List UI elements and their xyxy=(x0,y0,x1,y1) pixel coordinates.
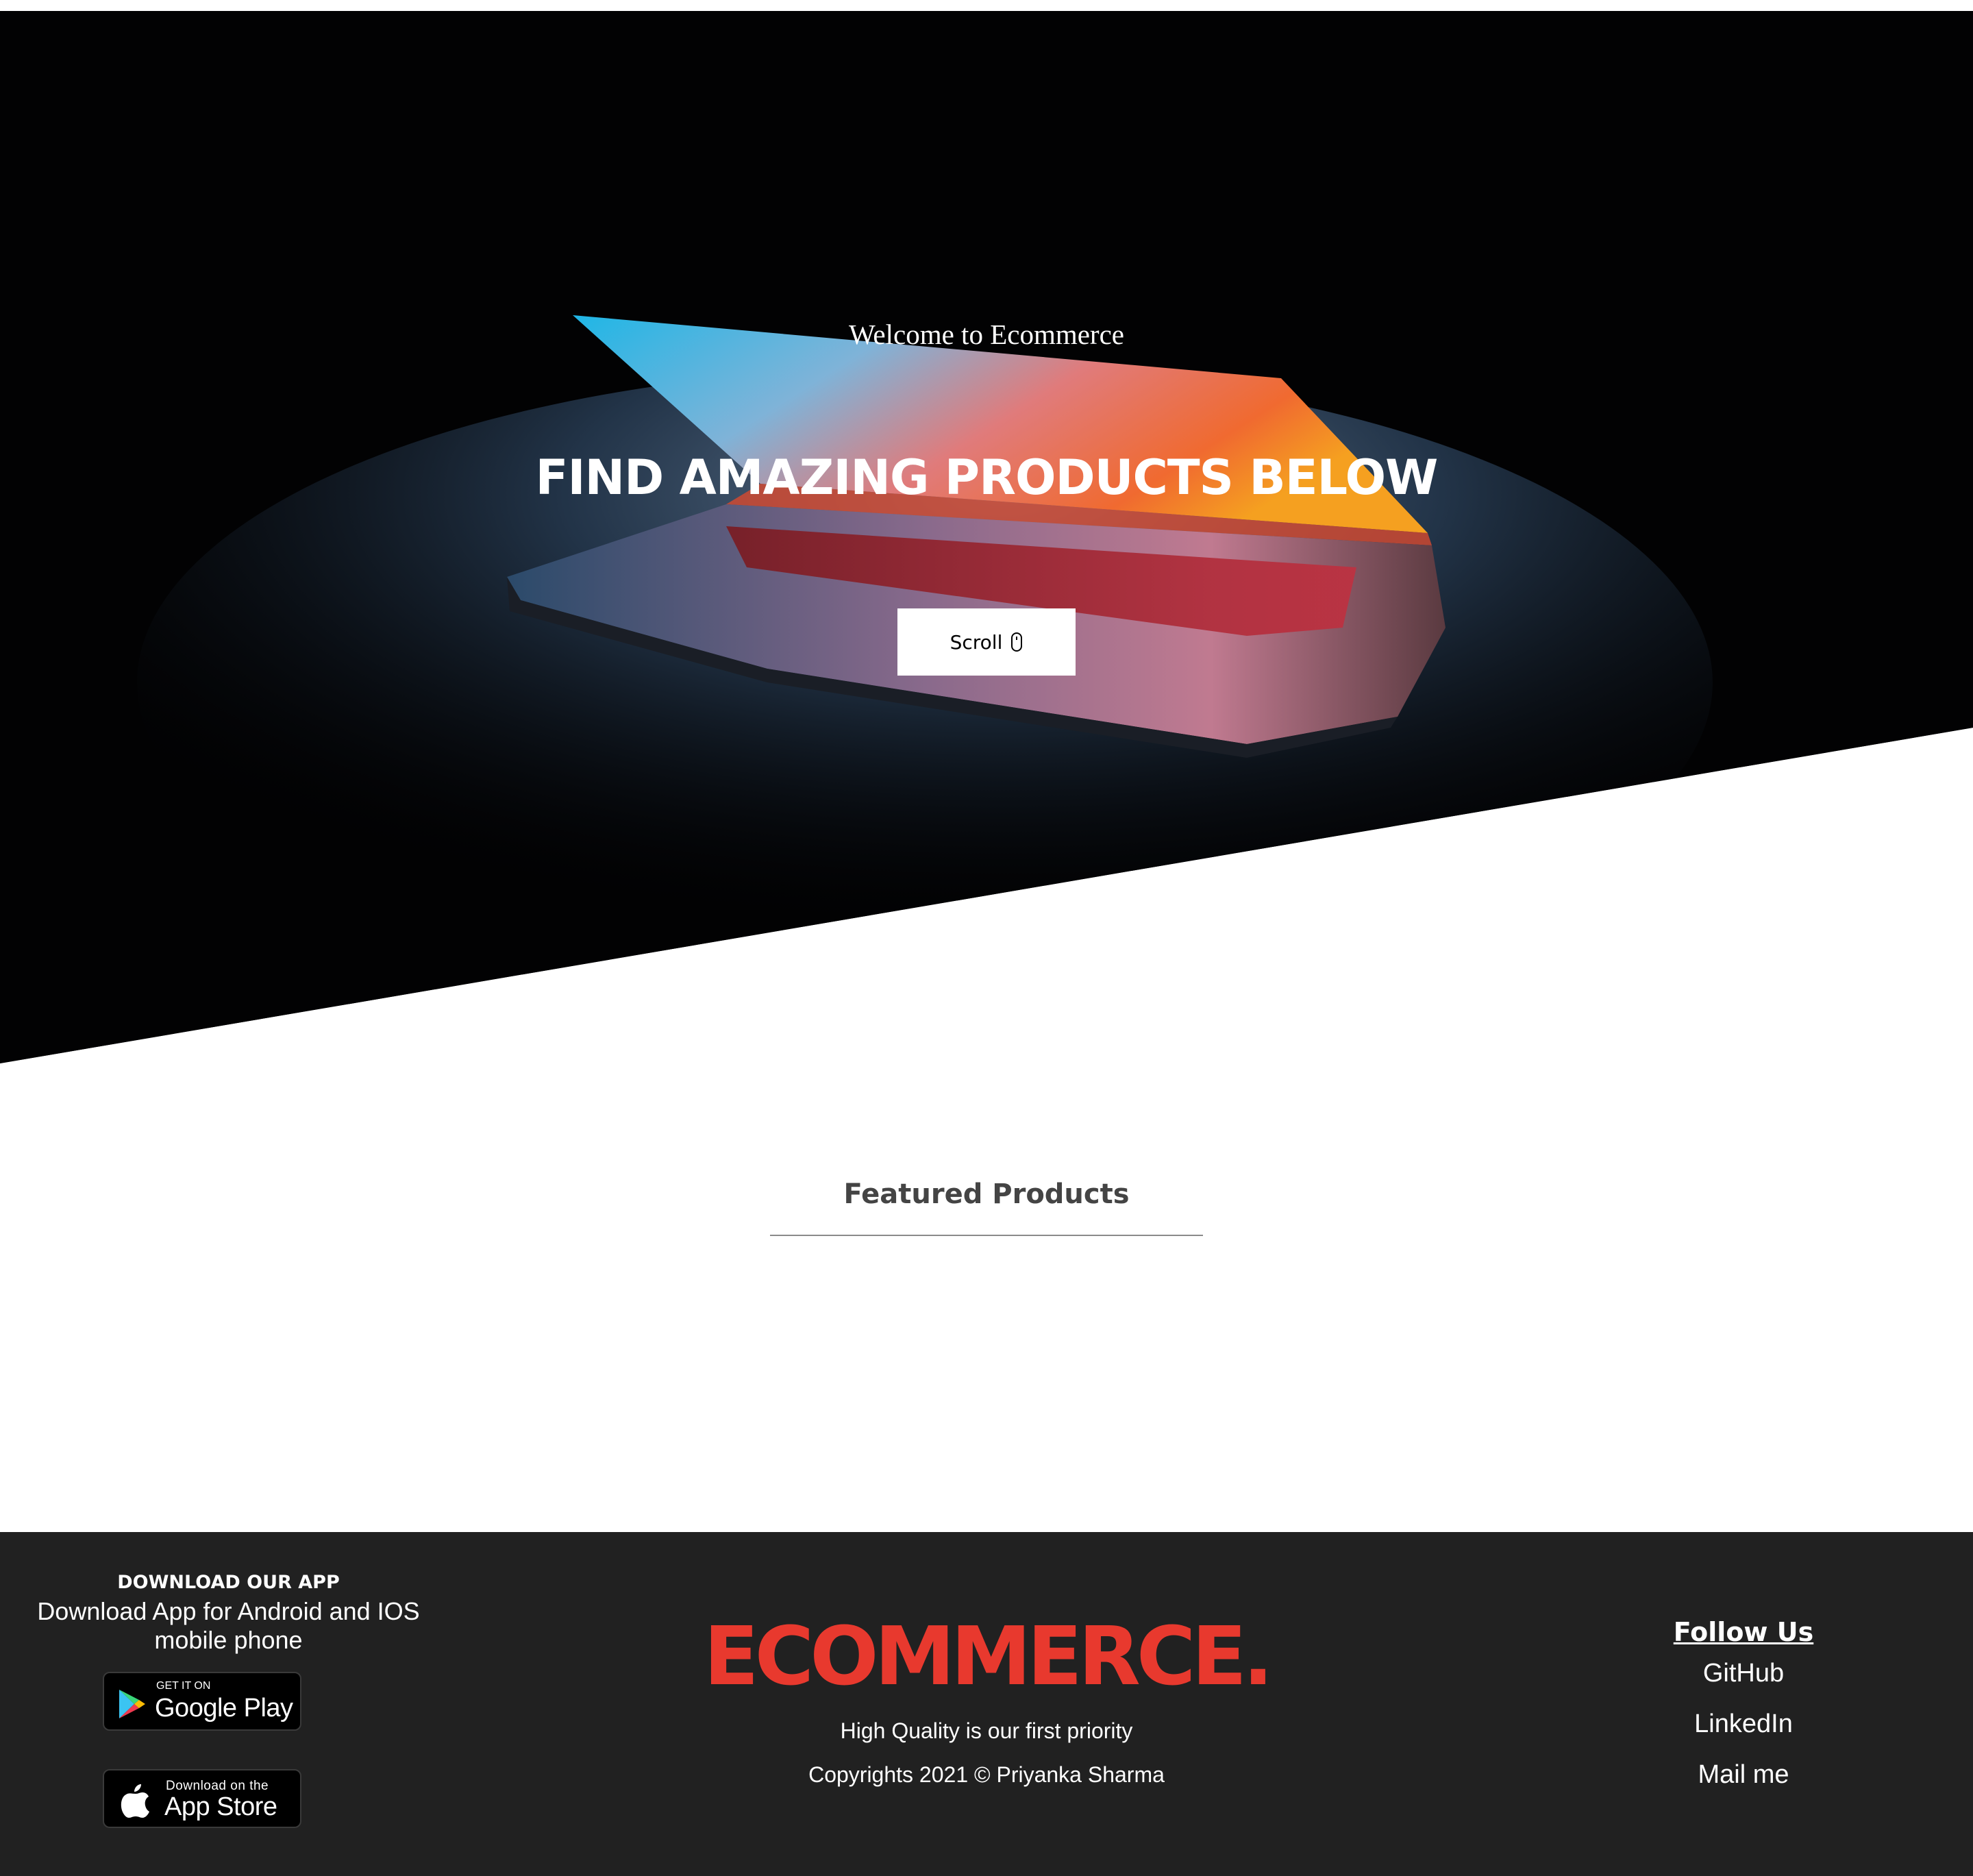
mouse-icon xyxy=(1011,632,1023,652)
welcome-text: Welcome to Ecommerce xyxy=(849,319,1124,350)
footer: DOWNLOAD OUR APP Download App for Androi… xyxy=(0,1532,1973,1876)
mail-me-link[interactable]: Mail me xyxy=(1606,1758,1881,1791)
hero-banner: Welcome to Ecommerce FIND AMAZING PRODUC… xyxy=(0,11,1973,1063)
scroll-button[interactable]: Scroll xyxy=(897,608,1076,676)
top-border xyxy=(0,0,1973,11)
scroll-button-label: Scroll xyxy=(950,630,1003,654)
follow-us-section: Follow Us GitHub LinkedIn Mail me xyxy=(1606,1532,1881,1791)
featured-divider xyxy=(770,1235,1203,1236)
app-store-big-text: App Store xyxy=(164,1792,277,1821)
follow-us-heading: Follow Us xyxy=(1673,1617,1814,1647)
github-link[interactable]: GitHub xyxy=(1606,1657,1881,1690)
hero-headline: FIND AMAZING PRODUCTS BELOW xyxy=(535,449,1439,506)
download-app-heading: DOWNLOAD OUR APP xyxy=(117,1572,340,1593)
linkedin-link[interactable]: LinkedIn xyxy=(1606,1707,1881,1740)
featured-products-heading: Featured Products xyxy=(843,1178,1130,1210)
laptop-hero-image xyxy=(0,11,1973,1063)
